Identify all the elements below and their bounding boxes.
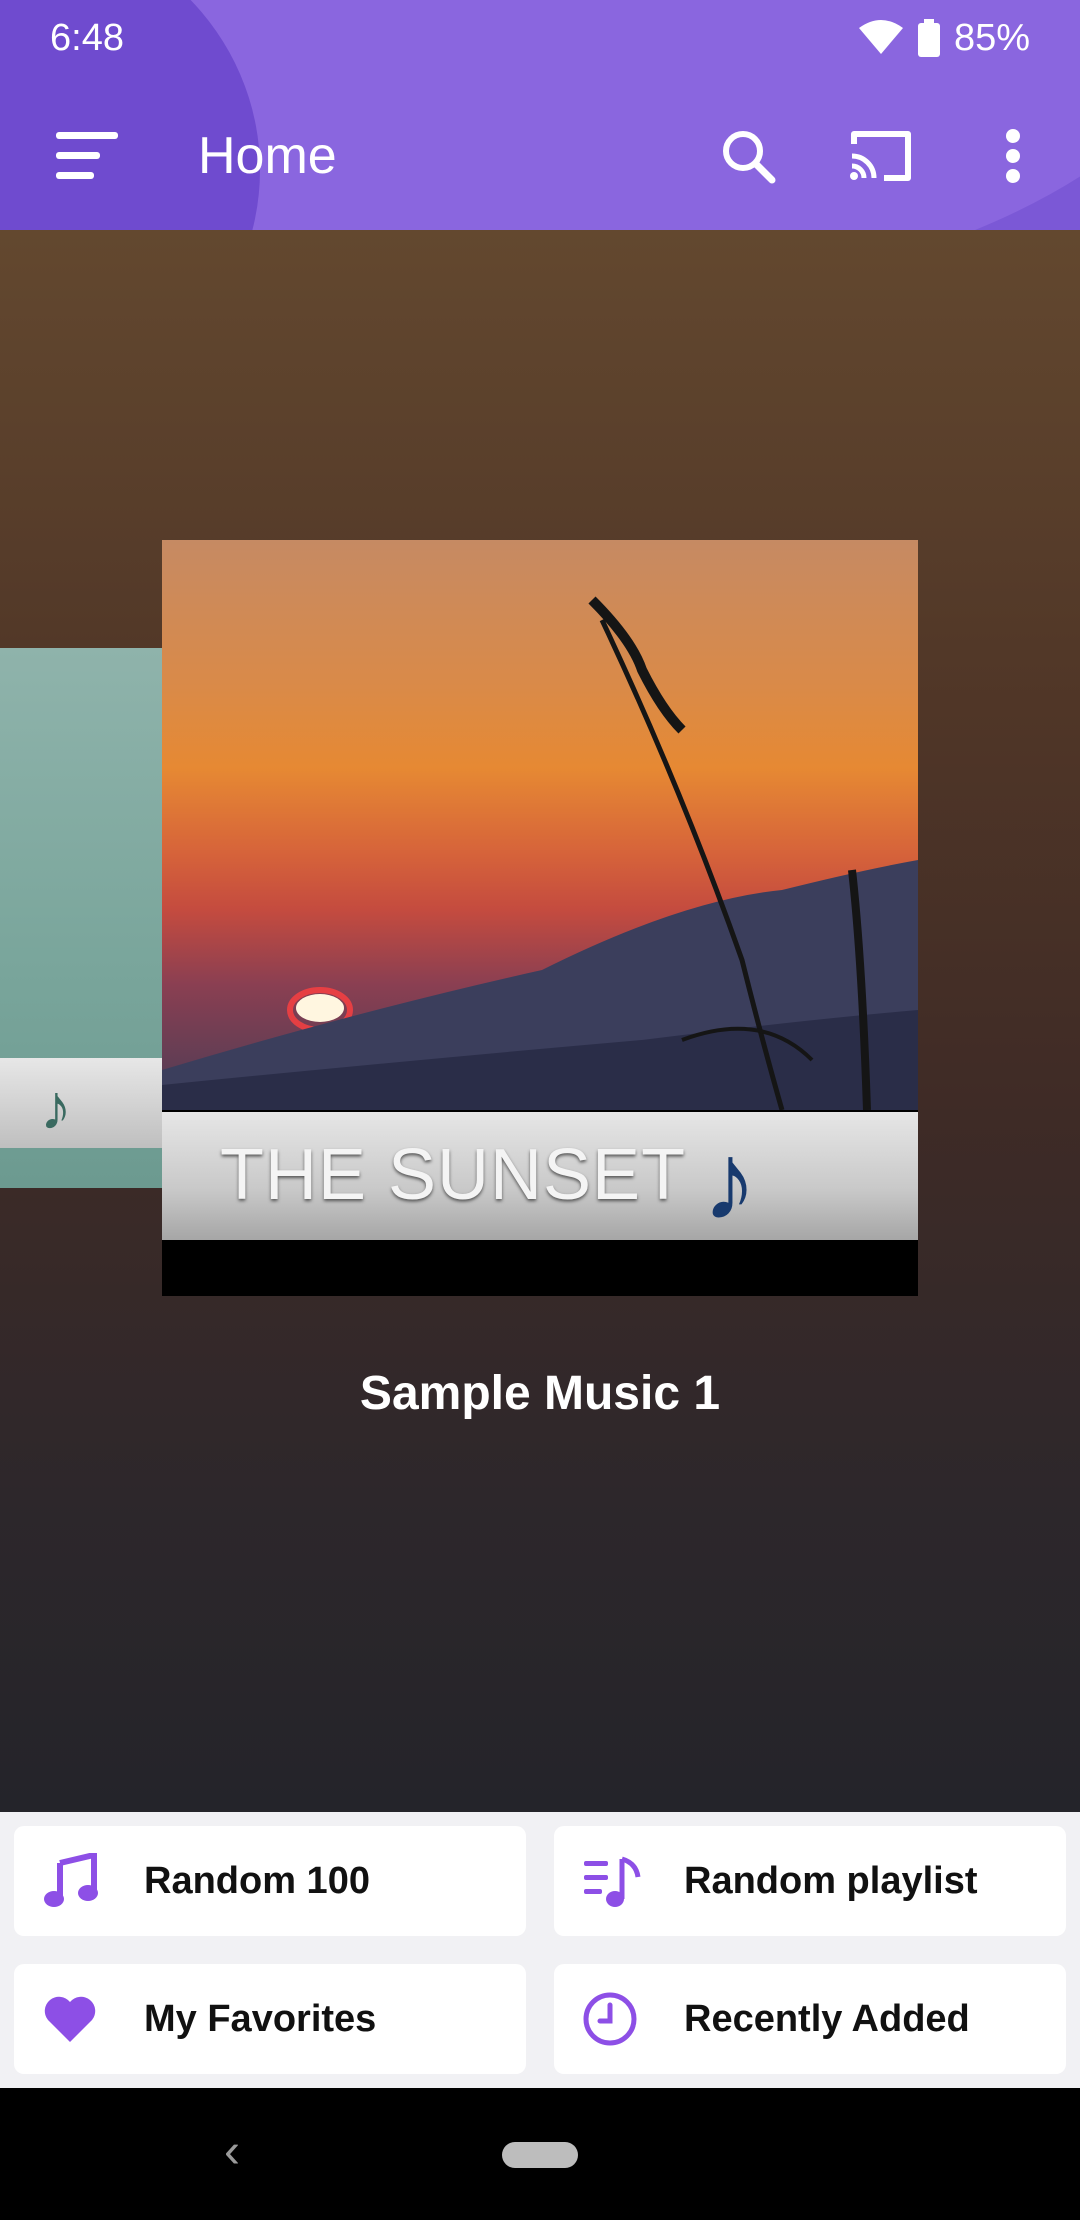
recently-added-button[interactable]: Recently Added (554, 1964, 1066, 2074)
clock-icon (583, 1992, 637, 2046)
home-pill[interactable] (502, 2142, 578, 2168)
album-cover-text: THE SUNSET (220, 1135, 687, 1215)
search-icon[interactable] (718, 126, 778, 186)
recently-added-label: Recently Added (684, 1997, 970, 2040)
more-vert-icon[interactable] (998, 124, 1028, 188)
music-note-icon: ♪ (40, 1071, 72, 1143)
my-favorites-label: My Favorites (144, 1997, 377, 2040)
random-100-label: Random 100 (144, 1859, 370, 1902)
menu-icon[interactable] (52, 130, 122, 182)
random-playlist-button[interactable]: Random playlist (554, 1826, 1066, 1936)
quick-actions: Random 100 Random playlist My Favorites (0, 1812, 1080, 2088)
status-time: 6:48 (50, 16, 124, 59)
album-carousel[interactable]: ♪ THE SUNSET ♪ Sample Music 1 (0, 230, 1080, 1812)
battery-icon (917, 19, 940, 57)
system-nav-bar: ‹ (0, 2088, 1080, 2220)
app-bar: 6:48 85% Home (0, 0, 1080, 230)
random-100-button[interactable]: Random 100 (14, 1826, 526, 1936)
album-cover-banner (0, 1058, 162, 1148)
previous-album-cover[interactable]: ♪ (0, 648, 162, 1188)
random-playlist-label: Random playlist (684, 1859, 978, 1902)
heart-icon (44, 1996, 96, 2042)
music-note-icon: ♪ (702, 1120, 757, 1243)
my-favorites-button[interactable]: My Favorites (14, 1964, 526, 2074)
status-bar: 6:48 85% (0, 0, 1080, 76)
music-note-icon (44, 1853, 98, 1907)
page-title: Home (198, 127, 337, 185)
playlist-music-icon (584, 1856, 641, 1907)
album-artwork (162, 540, 918, 1110)
album-cover-banner: THE SUNSET ♪ (162, 1112, 918, 1243)
wifi-icon (858, 20, 903, 54)
cast-icon[interactable] (846, 126, 916, 186)
album-title[interactable]: Sample Music 1 (0, 1366, 1080, 1421)
back-icon[interactable]: ‹ (224, 2124, 240, 2179)
toolbar: Home (0, 96, 1080, 216)
current-album-cover[interactable]: THE SUNSET ♪ (162, 540, 918, 1296)
battery-percent: 85% (953, 16, 1030, 59)
